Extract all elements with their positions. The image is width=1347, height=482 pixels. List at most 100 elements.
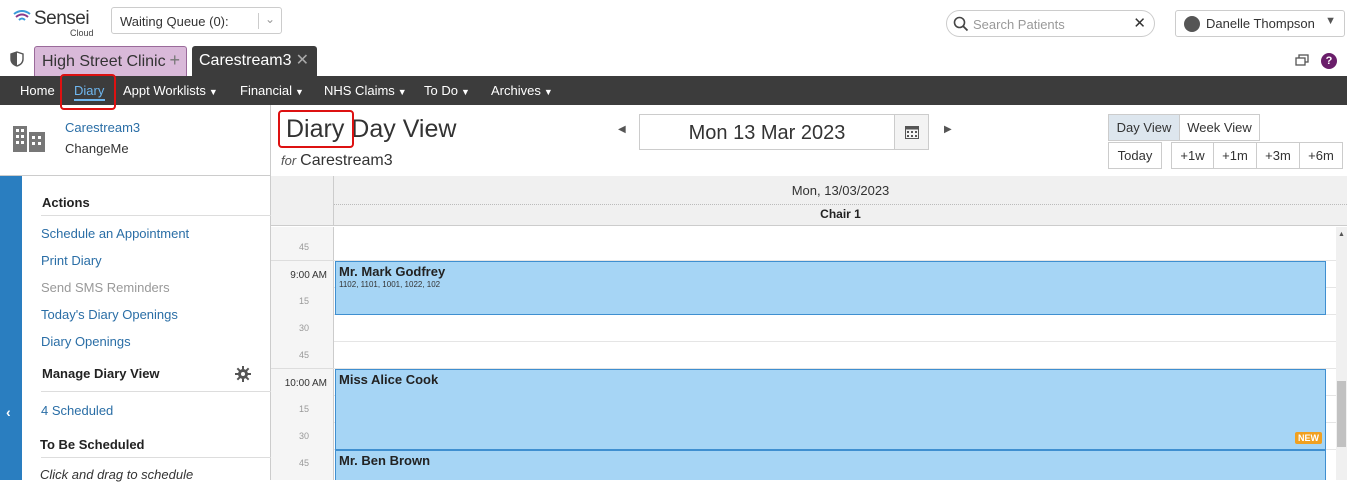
practice-subtitle: ChangeMe <box>65 141 129 156</box>
schedule-appointment-link[interactable]: Schedule an Appointment <box>41 226 189 241</box>
nav-label: To Do <box>424 83 458 98</box>
new-patient-badge: NEW <box>1295 432 1322 444</box>
diary-calendar: Mon, 13/03/2023 Chair 1 45 9:00 AM 15 30… <box>271 176 1347 480</box>
practice-name-link[interactable]: Carestream3 <box>65 120 140 135</box>
appointment-patient-name: Miss Alice Cook <box>339 372 439 387</box>
plus-6-months-button[interactable]: +6m <box>1299 142 1343 169</box>
nav-label: Financial <box>240 83 293 98</box>
caret-down-icon: ▼ <box>460 87 470 97</box>
calendar-scrollbar[interactable]: ▲ <box>1336 227 1347 480</box>
nav-financial[interactable]: Financial ▼ <box>240 83 304 98</box>
week-view-button[interactable]: Week View <box>1179 114 1260 141</box>
caret-down-icon: ▼ <box>208 87 218 97</box>
page-subtitle: for Carestream3 <box>281 152 393 170</box>
grid-line <box>271 368 334 369</box>
to-be-scheduled-heading: To Be Scheduled <box>40 437 145 452</box>
clear-search-icon[interactable]: ✕ <box>1133 14 1146 32</box>
shield-icon[interactable] <box>10 51 24 67</box>
for-value: Carestream3 <box>300 152 393 169</box>
time-label: 10:00 AM <box>284 378 327 389</box>
caret-down-icon: ▼ <box>397 87 407 97</box>
page-title-view: Day View <box>351 115 457 143</box>
nav-nhs-claims[interactable]: NHS Claims ▼ <box>324 83 407 98</box>
chevron-down-icon: ⌄ <box>264 12 275 26</box>
chair-column-header: Chair 1 <box>820 207 861 221</box>
logo-sub-text: Cloud <box>70 28 94 38</box>
search-box: ✕ <box>946 10 1155 37</box>
chevron-down-icon: ▼ <box>1325 15 1336 27</box>
tab-label: High Street Clinic <box>42 53 166 70</box>
time-gutter-header <box>271 176 334 226</box>
caret-down-icon: ▼ <box>295 87 304 97</box>
calendar-icon <box>905 126 919 139</box>
gear-icon[interactable] <box>235 366 251 382</box>
appointment-block[interactable]: Miss Alice Cook NEW <box>335 369 1326 450</box>
time-label: 15 <box>298 404 309 414</box>
user-menu[interactable]: Danelle Thompson ▼ <box>1175 10 1345 37</box>
nav-label: Archives <box>491 83 541 98</box>
plus-1-month-button[interactable]: +1m <box>1213 142 1257 169</box>
appointment-codes: 1102, 1101, 1001, 1022, 102 <box>339 280 441 289</box>
plus-3-months-button[interactable]: +3m <box>1256 142 1300 169</box>
logo-mark-icon <box>13 10 31 21</box>
time-label: 45 <box>298 350 309 360</box>
previous-day-icon[interactable]: ◀ <box>618 124 626 135</box>
nav-appt-worklists[interactable]: Appt Worklists ▼ <box>123 83 218 98</box>
calendar-picker-button[interactable] <box>894 114 929 150</box>
calendar-header: Mon, 13/03/2023 Chair 1 <box>271 176 1347 226</box>
today-button[interactable]: Today <box>1108 142 1162 169</box>
divider <box>41 391 272 392</box>
waiting-queue-label: Waiting Queue (0): <box>120 14 229 29</box>
todays-diary-openings-link[interactable]: Today's Diary Openings <box>41 307 178 322</box>
nav-label: Appt Worklists <box>123 83 206 98</box>
time-label: 30 <box>298 323 309 333</box>
appointment-block[interactable]: Mr. Ben Brown <box>335 450 1326 480</box>
time-label: 45 <box>298 242 309 252</box>
calendar-date-header: Mon, 13/03/2023 <box>791 183 890 198</box>
nav-to-do[interactable]: To Do ▼ <box>424 83 470 98</box>
next-day-icon[interactable]: ▶ <box>944 124 952 135</box>
grid-line <box>271 260 334 261</box>
divider <box>41 457 272 458</box>
plus-1-week-button[interactable]: +1w <box>1171 142 1214 169</box>
restore-window-icon[interactable] <box>1295 54 1309 66</box>
help-icon[interactable]: ? <box>1321 53 1337 69</box>
nav-archives[interactable]: Archives ▼ <box>491 83 553 98</box>
scrollbar-thumb[interactable] <box>1337 381 1346 447</box>
clinic-tabs-row: High Street Clinic + Carestream3 ✕ ? <box>0 44 1347 76</box>
appointment-block[interactable]: Mr. Mark Godfrey 1102, 1101, 1001, 1022,… <box>335 261 1326 315</box>
actions-heading: Actions <box>42 195 90 210</box>
time-label: 9:00 AM <box>290 270 327 281</box>
manage-diary-view-heading: Manage Diary View <box>42 366 160 381</box>
row-line <box>334 341 1336 342</box>
chevron-left-icon: ‹ <box>6 404 11 420</box>
logo-brand-text: Sensei <box>34 8 90 29</box>
add-tab-icon[interactable]: + <box>169 50 180 71</box>
time-label: 45 <box>298 458 309 468</box>
divider <box>334 204 1347 205</box>
appointment-patient-name: Mr. Ben Brown <box>339 453 431 468</box>
print-diary-link[interactable]: Print Diary <box>41 253 102 268</box>
close-tab-icon[interactable]: ✕ <box>296 50 309 70</box>
search-input[interactable] <box>973 15 1123 33</box>
scheduled-count-link[interactable]: 4 Scheduled <box>41 403 113 418</box>
highlight-box <box>278 110 354 148</box>
tab-high-street-clinic[interactable]: High Street Clinic + <box>34 46 187 76</box>
nav-label: NHS Claims <box>324 83 395 98</box>
for-label: for <box>281 153 297 168</box>
date-field[interactable]: Mon 13 Mar 2023 <box>639 114 895 150</box>
current-date: Mon 13 Mar 2023 <box>688 122 846 144</box>
waiting-queue-select[interactable]: Waiting Queue (0): ⌄ <box>111 7 282 34</box>
main-nav: Home Diary Appt Worklists ▼ Financial ▼ NH… <box>0 76 1347 105</box>
tab-carestream3[interactable]: Carestream3 ✕ <box>192 46 317 76</box>
sidebar-collapse-strip[interactable]: ‹ <box>0 176 22 480</box>
appointment-patient-name: Mr. Mark Godfrey <box>339 264 446 279</box>
practice-header: Carestream3 ChangeMe <box>0 105 271 176</box>
scroll-up-icon[interactable]: ▲ <box>1338 231 1345 238</box>
sensei-logo[interactable]: Sensei Cloud <box>12 8 102 38</box>
day-view-button[interactable]: Day View <box>1108 114 1180 141</box>
nav-home[interactable]: Home <box>20 83 55 98</box>
divider <box>41 215 272 216</box>
diary-openings-link[interactable]: Diary Openings <box>41 334 131 349</box>
sidebar: Actions Schedule an Appointment Print Di… <box>22 176 272 482</box>
